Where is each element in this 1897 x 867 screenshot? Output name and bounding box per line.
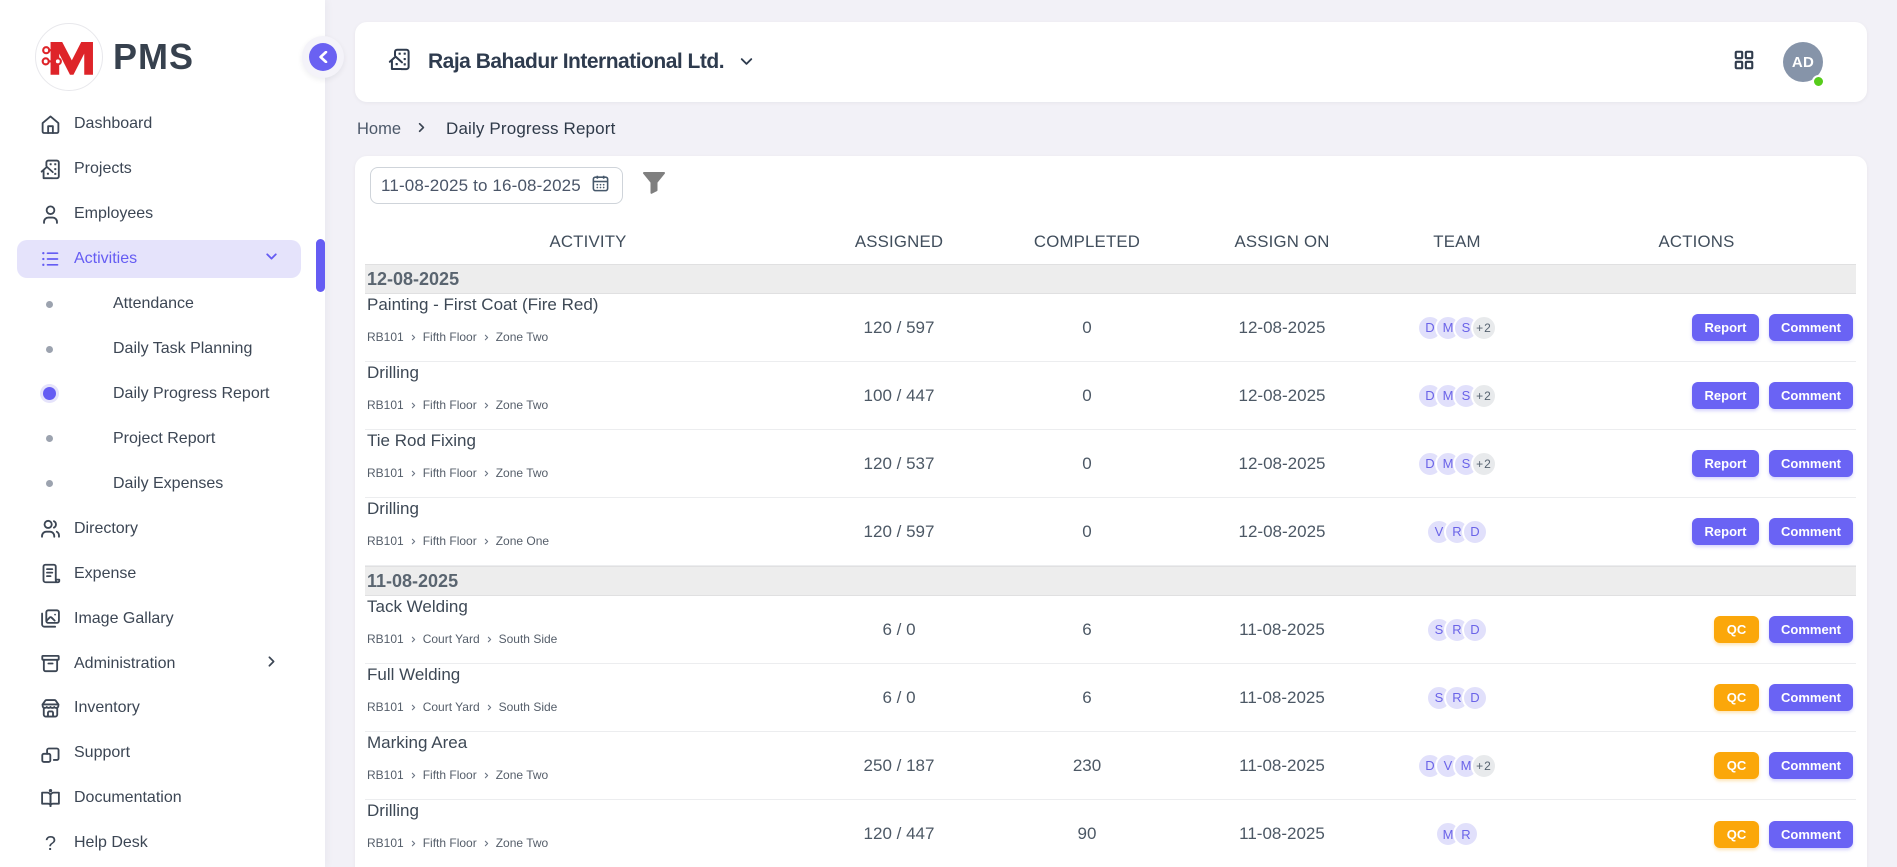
- svg-text:?: ?: [45, 833, 56, 854]
